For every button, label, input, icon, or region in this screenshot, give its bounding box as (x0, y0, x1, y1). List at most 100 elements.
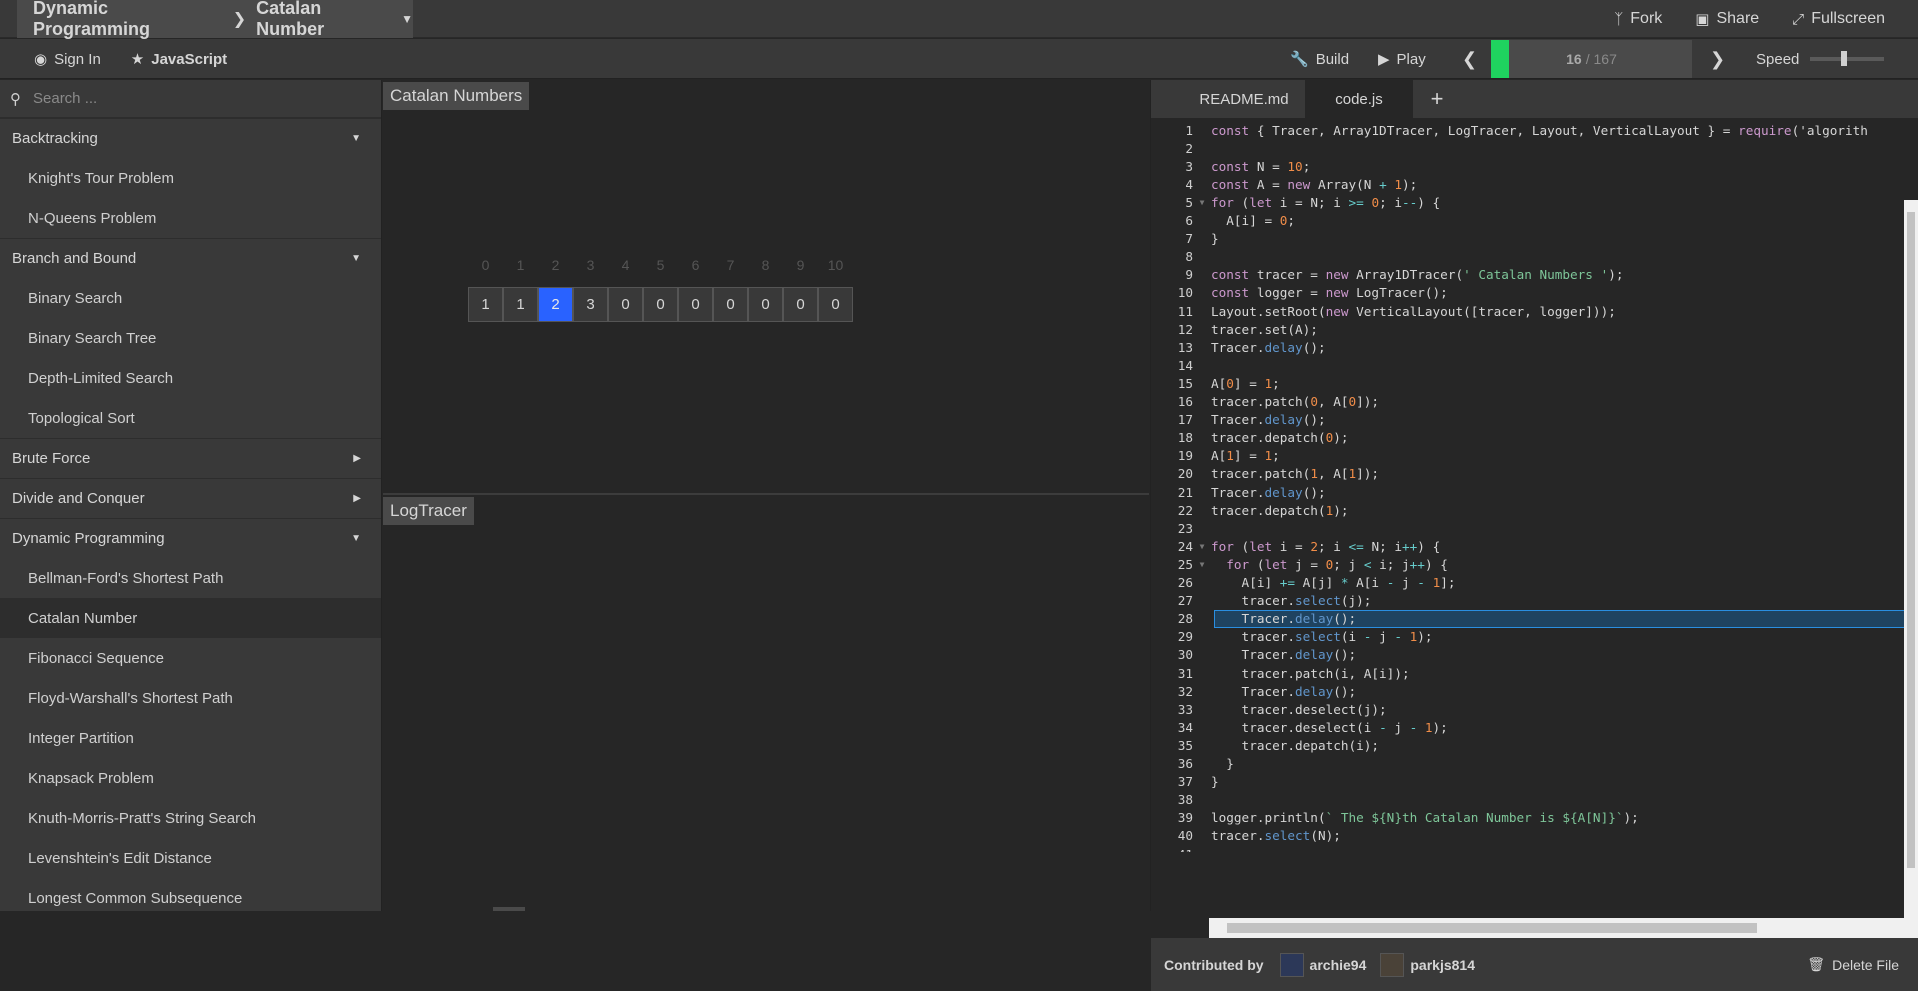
sidebar-item[interactable]: Topological Sort (0, 398, 381, 438)
code-text: tracer.select(N); (1211, 828, 1341, 844)
code-text: tracer.depatch(i); (1211, 737, 1380, 753)
contributor[interactable]: archie94 (1279, 952, 1366, 977)
line-number: 36 (1177, 756, 1193, 771)
tab-code[interactable]: code.js (1305, 80, 1413, 118)
breadcrumb-algorithm[interactable]: Catalan Number (256, 0, 389, 40)
editor-vertical-scrollbar[interactable] (1904, 200, 1918, 938)
breadcrumb-category[interactable]: Dynamic Programming (33, 0, 223, 40)
code-line: 37} (1151, 773, 1918, 791)
github-icon: ◉ (34, 51, 48, 68)
tab-readme[interactable]: README.md (1183, 80, 1305, 118)
sidebar-item[interactable]: Integer Partition (0, 718, 381, 758)
next-step-button[interactable]: ❯ (1710, 39, 1725, 79)
code-text: tracer.set(A); (1211, 321, 1318, 337)
sidebar-category[interactable]: Divide and Conquer ▶ (0, 478, 381, 518)
sidebar-item-label: Backtracking (12, 130, 98, 147)
line-number: 1 (1185, 122, 1193, 138)
editor-horizontal-scrollbar[interactable] (1209, 918, 1905, 938)
line-number: 23 (1177, 520, 1193, 536)
search-input[interactable] (33, 90, 353, 107)
breadcrumb[interactable]: Dynamic Programming ❯ Catalan Number ▼ (17, 0, 413, 40)
sidebar-item[interactable]: Levenshtein's Edit Distance (0, 838, 381, 878)
contributor[interactable]: parkjs814 (1380, 952, 1475, 977)
build-button[interactable]: 🔧 Build (1290, 39, 1349, 79)
code-line: 22 tracer.depatch(1); (1151, 501, 1918, 519)
fork-button[interactable]: ᛉ Fork (1614, 10, 1662, 28)
code-text: logger.println(` The ${N}th Catalan Numb… (1211, 810, 1639, 826)
array-cell: 1 (503, 287, 538, 322)
fullscreen-button[interactable]: ⤢ Fullscreen (1792, 10, 1885, 28)
caret-down-icon: ▼ (351, 533, 361, 544)
share-button[interactable]: ▣ Share (1695, 10, 1759, 28)
language-label: JavaScript (151, 50, 228, 68)
scrollbar-thumb[interactable] (1227, 923, 1757, 933)
sidebar-item[interactable]: Binary Search Tree (0, 318, 381, 358)
sidebar-item-label: Levenshtein's Edit Distance (28, 849, 212, 867)
array-cell: 2 (538, 287, 573, 322)
sidebar-item[interactable]: Binary Search (0, 278, 381, 318)
line-number: 17 (1177, 412, 1193, 428)
line-number: 13 (1177, 339, 1193, 355)
code-text: A[i] = 0; (1211, 213, 1296, 228)
sidebar-item[interactable]: Fibonacci Sequence (0, 638, 381, 678)
fold-icon[interactable]: ▼ (1193, 560, 1211, 569)
code-text: } (1211, 774, 1219, 790)
sidebar-item[interactable]: Depth-Limited Search (0, 358, 381, 398)
line-number: 20 (1177, 466, 1193, 482)
line-number: 3 (1185, 158, 1193, 174)
speed-slider-track[interactable] (1810, 57, 1884, 61)
code-text: for (let i = N; i >= 0; i--) { (1211, 194, 1441, 210)
sidebar-category[interactable]: Dynamic Programming ▼ (0, 518, 381, 558)
sidebar-item-label: Longest Common Subsequence (28, 889, 243, 907)
code-line: 25 ▼ for (let j = 0; j < i; j++) { (1151, 555, 1918, 573)
sidebar-item-label: Integer Partition (28, 729, 134, 747)
sidebar-item[interactable]: Bellman-Ford's Shortest Path (0, 558, 381, 598)
line-number: 11 (1177, 303, 1193, 319)
sidebar-item[interactable]: Knapsack Problem (0, 758, 381, 798)
sidebar-item-label: Catalan Number (28, 609, 138, 627)
code-text: tracer.patch(1, A[1]); (1211, 466, 1380, 482)
delete-file-label: Delete File (1832, 956, 1899, 973)
sidebar-item[interactable]: Longest Common Subsequence (0, 878, 381, 911)
add-file-button[interactable]: + (1413, 80, 1461, 118)
array-index: 5 (656, 257, 665, 273)
avatar (1380, 952, 1405, 977)
sidebar-item[interactable]: Floyd-Warshall's Shortest Path (0, 678, 381, 718)
language-select[interactable]: ★ JavaScript (131, 50, 228, 69)
sidebar-category[interactable]: Brute Force ▶ (0, 438, 381, 478)
visualizer-scrollbar[interactable] (493, 907, 525, 911)
code-line: 2 (1151, 139, 1918, 157)
delete-file-button[interactable]: 🗑 Delete File (1807, 956, 1899, 973)
sidebar-item[interactable]: Knight's Tour Problem (0, 158, 381, 198)
code-text: tracer.depatch(0); (1211, 430, 1349, 446)
code-text: tracer.patch(i, A[i]); (1211, 665, 1410, 681)
sidebar-category[interactable]: Branch and Bound ▼ (0, 238, 381, 278)
step-progress-bar[interactable]: 16/ 167 (1491, 40, 1692, 78)
sidebar-category[interactable]: Backtracking ▼ (0, 118, 381, 158)
code-text: const tracer = new Array1DTracer(' Catal… (1211, 267, 1624, 283)
sign-in-button[interactable]: ◉ Sign In (34, 50, 101, 69)
play-button[interactable]: ▶ Play (1378, 39, 1426, 79)
sidebar-item[interactable]: N-Queens Problem (0, 198, 381, 238)
code-text: Tracer.delay(); (1211, 412, 1326, 428)
contributor-name: parkjs814 (1410, 956, 1475, 973)
fullscreen-label: Fullscreen (1811, 10, 1885, 27)
panel-divider[interactable] (383, 493, 1149, 495)
line-number: 33 (1177, 701, 1193, 717)
sidebar-item-label: Knuth-Morris-Pratt's String Search (28, 809, 256, 827)
line-number: 40 (1177, 828, 1193, 844)
speed-slider-handle[interactable] (1841, 51, 1847, 66)
sidebar-item-label: Knight's Tour Problem (28, 169, 174, 187)
fold-icon[interactable]: ▼ (1193, 198, 1211, 207)
code-editor[interactable]: 1 const { Tracer, Array1DTracer, LogTrace… (1151, 120, 1918, 852)
code-text: const N = 10; (1211, 158, 1311, 174)
top-bar: Dynamic Programming ❯ Catalan Number ▼ ᛉ… (0, 0, 1918, 40)
code-line: 18 tracer.depatch(0); (1151, 429, 1918, 447)
caret-down-icon[interactable]: ▼ (401, 12, 413, 26)
line-number: 25 (1177, 556, 1193, 572)
sidebar-item[interactable]: Knuth-Morris-Pratt's String Search (0, 798, 381, 838)
scrollbar-thumb[interactable] (1907, 212, 1915, 868)
fold-icon[interactable]: ▼ (1193, 542, 1211, 551)
sidebar-item[interactable]: Catalan Number (0, 598, 381, 638)
prev-step-button[interactable]: ❮ (1462, 39, 1477, 79)
